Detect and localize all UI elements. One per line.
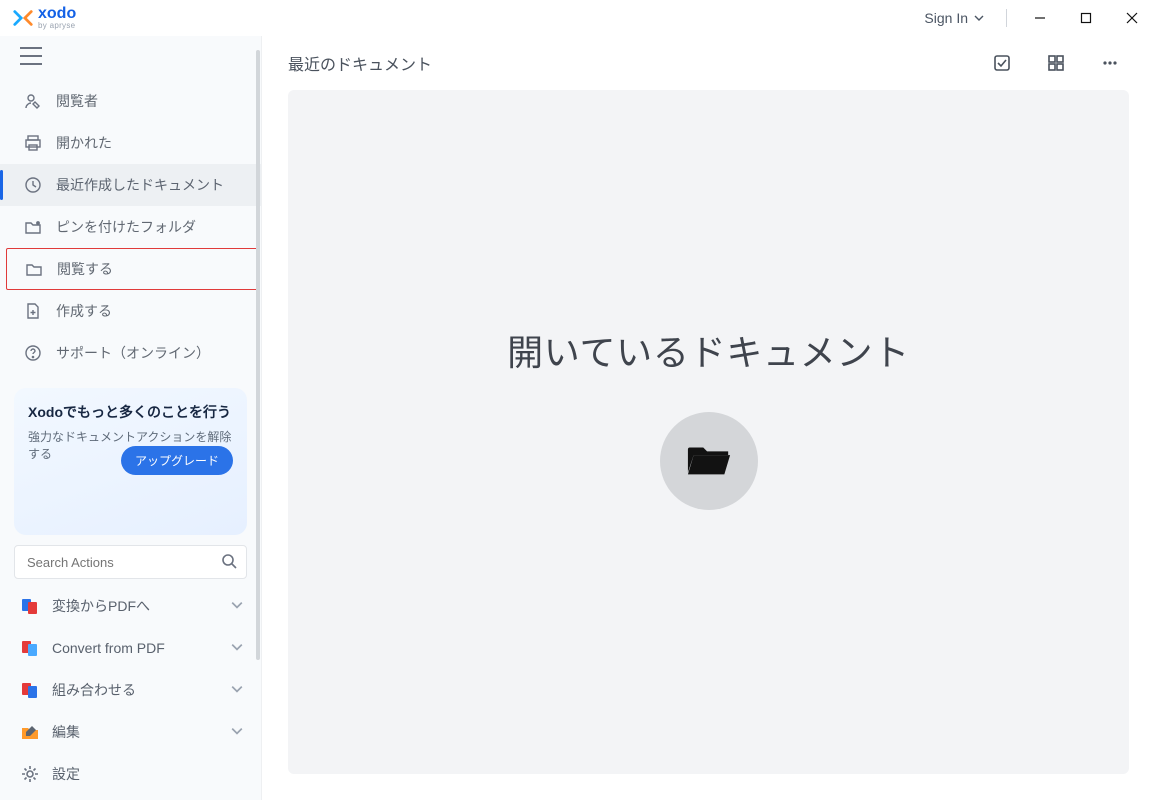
action-label: Convert from PDF xyxy=(52,640,165,656)
close-button[interactable] xyxy=(1109,0,1155,36)
more-options-button[interactable] xyxy=(1091,44,1129,82)
help-icon xyxy=(24,344,42,362)
chevron-down-icon xyxy=(974,10,984,26)
file-convert-to-icon xyxy=(20,596,40,616)
app-logo-text: xodo xyxy=(38,6,76,22)
signin-dropdown[interactable]: Sign In xyxy=(912,10,996,26)
file-combine-icon xyxy=(20,680,40,700)
nav-list: 閲覧者 開かれた 最近作成したドキュメント ピンを付けたフォルダ 閲覧する 作成… xyxy=(0,76,261,378)
sidebar-item-viewers[interactable]: 閲覧者 xyxy=(0,80,261,122)
chevron-down-icon xyxy=(231,598,243,614)
promo-card: Xodoでもっと多くのことを行う 強力なドキュメントアクションを解除する アップ… xyxy=(14,388,247,535)
action-combine[interactable]: 組み合わせる xyxy=(0,669,261,711)
signin-label: Sign In xyxy=(924,10,968,26)
view-grid-button[interactable] xyxy=(1037,44,1075,82)
folder-open-icon xyxy=(25,260,43,278)
actions-list: 変換からPDFへ Convert from PDF 組み合わせる 編集 設定 xyxy=(0,579,261,800)
action-edit[interactable]: 編集 xyxy=(0,711,261,753)
chevron-down-icon xyxy=(231,640,243,656)
clock-icon xyxy=(24,176,42,194)
search-actions-wrap xyxy=(14,545,247,579)
titlebar-separator xyxy=(1006,9,1007,27)
sidebar-item-label: 開かれた xyxy=(56,133,112,153)
chevron-down-icon xyxy=(231,724,243,740)
app-logo-subtext: by apryse xyxy=(38,22,76,30)
open-document-button[interactable] xyxy=(660,412,758,510)
document-drop-area: 開いているドキュメント xyxy=(288,90,1129,774)
sidebar-item-support[interactable]: サポート（オンライン） xyxy=(0,332,261,374)
sidebar-item-label: 閲覧する xyxy=(57,259,113,279)
sidebar-item-label: 作成する xyxy=(56,301,112,321)
folder-open-icon xyxy=(686,439,732,484)
main-area: 最近のドキュメント 開いているドキュメント xyxy=(262,36,1155,800)
file-convert-from-icon xyxy=(20,638,40,658)
action-label: 組み合わせる xyxy=(52,680,136,700)
promo-title: Xodoでもっと多くのことを行う xyxy=(28,402,233,422)
sidebar-item-create[interactable]: 作成する xyxy=(0,290,261,332)
main-header: 最近のドキュメント xyxy=(262,36,1155,90)
chevron-down-icon xyxy=(231,682,243,698)
upgrade-button[interactable]: アップグレード xyxy=(121,446,233,475)
action-convert-to-pdf[interactable]: 変換からPDFへ xyxy=(0,585,261,627)
action-label: 設定 xyxy=(52,764,80,784)
file-plus-icon xyxy=(24,302,42,320)
action-settings[interactable]: 設定 xyxy=(0,753,261,795)
folder-pin-icon xyxy=(24,218,42,236)
sidebar-item-label: 閲覧者 xyxy=(56,91,98,111)
titlebar: xodo by apryse Sign In xyxy=(0,0,1155,36)
empty-state-title: 開いているドキュメント xyxy=(507,324,910,376)
sidebar-item-label: サポート（オンライン） xyxy=(56,343,210,363)
sidebar-item-opened[interactable]: 開かれた xyxy=(0,122,261,164)
sidebar-item-label: 最近作成したドキュメント xyxy=(56,175,224,195)
xodo-logo-icon xyxy=(12,7,34,29)
sidebar-scrollbar[interactable] xyxy=(255,50,261,792)
window-controls xyxy=(1017,0,1155,36)
minimize-button[interactable] xyxy=(1017,0,1063,36)
action-label: 変換からPDFへ xyxy=(52,596,150,616)
app-logo: xodo by apryse xyxy=(12,6,76,30)
action-label: 編集 xyxy=(52,722,80,742)
search-actions-input[interactable] xyxy=(14,545,247,579)
maximize-button[interactable] xyxy=(1063,0,1109,36)
printer-icon xyxy=(24,134,42,152)
person-edit-icon xyxy=(24,92,42,110)
action-convert-from-pdf[interactable]: Convert from PDF xyxy=(0,627,261,669)
gear-icon xyxy=(20,764,40,784)
checkbox-filter-button[interactable] xyxy=(983,44,1021,82)
edit-folder-icon xyxy=(20,722,40,742)
sidebar: 閲覧者 開かれた 最近作成したドキュメント ピンを付けたフォルダ 閲覧する 作成… xyxy=(0,36,262,800)
search-icon xyxy=(221,553,237,569)
sidebar-item-browse[interactable]: 閲覧する xyxy=(6,248,259,290)
sidebar-item-label: ピンを付けたフォルダ xyxy=(56,217,196,237)
hamburger-menu-button[interactable] xyxy=(20,47,42,65)
sidebar-item-recent[interactable]: 最近作成したドキュメント xyxy=(0,164,261,206)
page-title: 最近のドキュメント xyxy=(288,51,432,75)
sidebar-item-pinned[interactable]: ピンを付けたフォルダ xyxy=(0,206,261,248)
